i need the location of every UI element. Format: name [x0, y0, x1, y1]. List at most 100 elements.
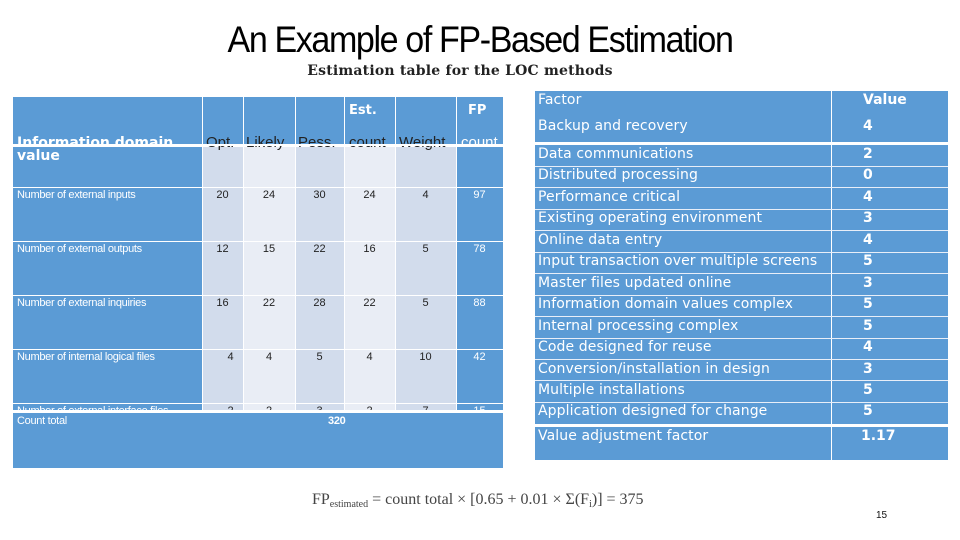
- table-row-cell-pess: 22: [295, 242, 344, 295]
- row-divider: [13, 187, 503, 188]
- table-row-cell-fp_count: 78: [456, 242, 503, 295]
- factor-name: Backup and recovery: [538, 118, 688, 134]
- column-divider: [202, 97, 203, 410]
- factor-header: Factor: [538, 92, 582, 108]
- table-row-cell-weight: 5: [395, 296, 456, 349]
- table-row-cell-fp_count: 42: [456, 350, 503, 403]
- table-row-label-cell: Number of external inputs: [13, 188, 202, 241]
- row-value-opt: 16: [216, 297, 229, 309]
- table-row-cell-est_count: 24: [344, 188, 395, 241]
- row-value-pess: 28: [313, 297, 326, 309]
- factor-name: Existing operating environment: [538, 210, 763, 227]
- row-value-fp_count: 97: [473, 189, 486, 201]
- row-value-fp_count: 42: [473, 351, 486, 363]
- factor-name: Internal processing complex: [538, 317, 739, 334]
- table-row-cell-likely: 4: [243, 350, 295, 403]
- table-row-cell-likely: 15: [243, 242, 295, 295]
- table-row-cell-pess: 30: [295, 188, 344, 241]
- table-row-cell-opt: 4: [202, 350, 243, 403]
- row-value-likely: 4: [265, 351, 273, 363]
- factor-name: Online data entry: [538, 231, 663, 248]
- value-adjustment-table: Factor Value Backup and recovery 4 Data comm…: [535, 91, 948, 460]
- factor-value: 4: [863, 188, 873, 205]
- row-value-weight: 5: [422, 243, 429, 255]
- factor-value: 5: [863, 253, 873, 270]
- table-row-cell-weight: 10: [395, 350, 456, 403]
- header-cell-pess: [295, 147, 344, 187]
- header-divider: [13, 144, 503, 146]
- header-est-label: Est.: [349, 103, 377, 118]
- table-row-cell-est_count: 4: [344, 350, 395, 403]
- row-label: Number of external inputs: [17, 189, 136, 201]
- row-divider: [13, 241, 503, 242]
- table-row-label-cell: Number of internal logical files: [13, 350, 202, 403]
- table-row-cell-pess: 5: [295, 350, 344, 403]
- row-value-weight: 4: [422, 189, 429, 201]
- header-fp-label: FP: [468, 103, 487, 118]
- row-value-est_count: 24: [363, 189, 376, 201]
- row-value-likely: 22: [262, 297, 276, 309]
- value-header: Value: [863, 92, 907, 108]
- table-row-cell-opt: 20: [202, 188, 243, 241]
- factor-value: 5: [863, 296, 873, 313]
- header-cell-count: [344, 147, 395, 187]
- factor-name: Performance critical: [538, 188, 681, 205]
- row-value-fp_count: 88: [473, 297, 486, 309]
- row-divider: [13, 403, 503, 404]
- formula-lhs: FP: [312, 491, 330, 508]
- factor-value: 2: [863, 146, 873, 162]
- table-row-cell-likely: 24: [243, 188, 295, 241]
- column-divider: [456, 97, 457, 410]
- table-row-label-cell: Number of external outputs: [13, 242, 202, 295]
- header-weight-label: Weight: [399, 134, 446, 151]
- formula-rhs: = count total × [0.65 + 0.01 × Σ(F: [368, 491, 590, 508]
- table-row-cell-opt: 16: [202, 296, 243, 349]
- count-total-label: Count total: [17, 415, 67, 427]
- row-value-likely: 15: [262, 243, 276, 255]
- factor-value: 5: [863, 403, 873, 420]
- row-value-pess: 30: [313, 189, 326, 201]
- header-likely-label: Likely: [246, 134, 285, 151]
- header-divider: [535, 142, 948, 145]
- column-divider: [831, 91, 832, 460]
- row-divider: [13, 349, 503, 350]
- factor-value: 5: [863, 381, 873, 398]
- value-adjustment-value: 1.17: [861, 427, 896, 444]
- row-label: Number of external inquiries: [17, 297, 147, 309]
- factor-name: Multiple installations: [538, 381, 685, 398]
- header-cell-weight: [395, 147, 456, 187]
- row-value-weight: 5: [422, 297, 429, 309]
- table-row-cell-est_count: 22: [344, 296, 395, 349]
- column-divider: [395, 97, 396, 410]
- row-value-est_count: 22: [363, 297, 376, 309]
- row-value-pess: 22: [313, 243, 326, 255]
- factor-name: Distributed processing: [538, 167, 698, 184]
- row-value-pess: 5: [316, 351, 323, 363]
- total-divider: [13, 410, 503, 413]
- factor-value: 5: [863, 317, 873, 334]
- factor-name: Application designed for change: [538, 403, 768, 420]
- formula-result: )] = 375: [591, 491, 644, 508]
- page-number: 15: [876, 510, 888, 521]
- row-label: Number of external outputs: [17, 243, 142, 255]
- table-row-cell-fp_count: 97: [456, 188, 503, 241]
- slide-subtitle: Estimation table for the LOC methods: [307, 63, 613, 79]
- fp-formula: FPestimated = count total × [0.65 + 0.01…: [312, 491, 644, 510]
- table-row-label-cell: Number of external inquiries: [13, 296, 202, 349]
- row-value-est_count: 16: [363, 243, 376, 255]
- row-label: Number of internal logical files: [17, 351, 155, 363]
- table-row-cell-est_count: 16: [344, 242, 395, 295]
- value-adjustment-label: Value adjustment factor: [538, 427, 709, 444]
- fp-estimation-table: Est. FP Information domain value Opt. Likely…: [13, 97, 503, 468]
- factor-value: 4: [863, 231, 873, 248]
- factor-value: 3: [863, 210, 873, 227]
- formula-lhs-subscript: estimated: [329, 499, 369, 510]
- header-opt-label: Opt.: [206, 134, 235, 151]
- row-value-est_count: 4: [366, 351, 373, 363]
- summary-divider: [535, 423, 948, 427]
- factor-name: Information domain values complex: [538, 296, 793, 313]
- row-divider: [13, 295, 503, 296]
- factor-name: Data communications: [538, 146, 694, 162]
- header-count-label: count: [349, 134, 386, 151]
- table-row-cell-weight: 4: [395, 188, 456, 241]
